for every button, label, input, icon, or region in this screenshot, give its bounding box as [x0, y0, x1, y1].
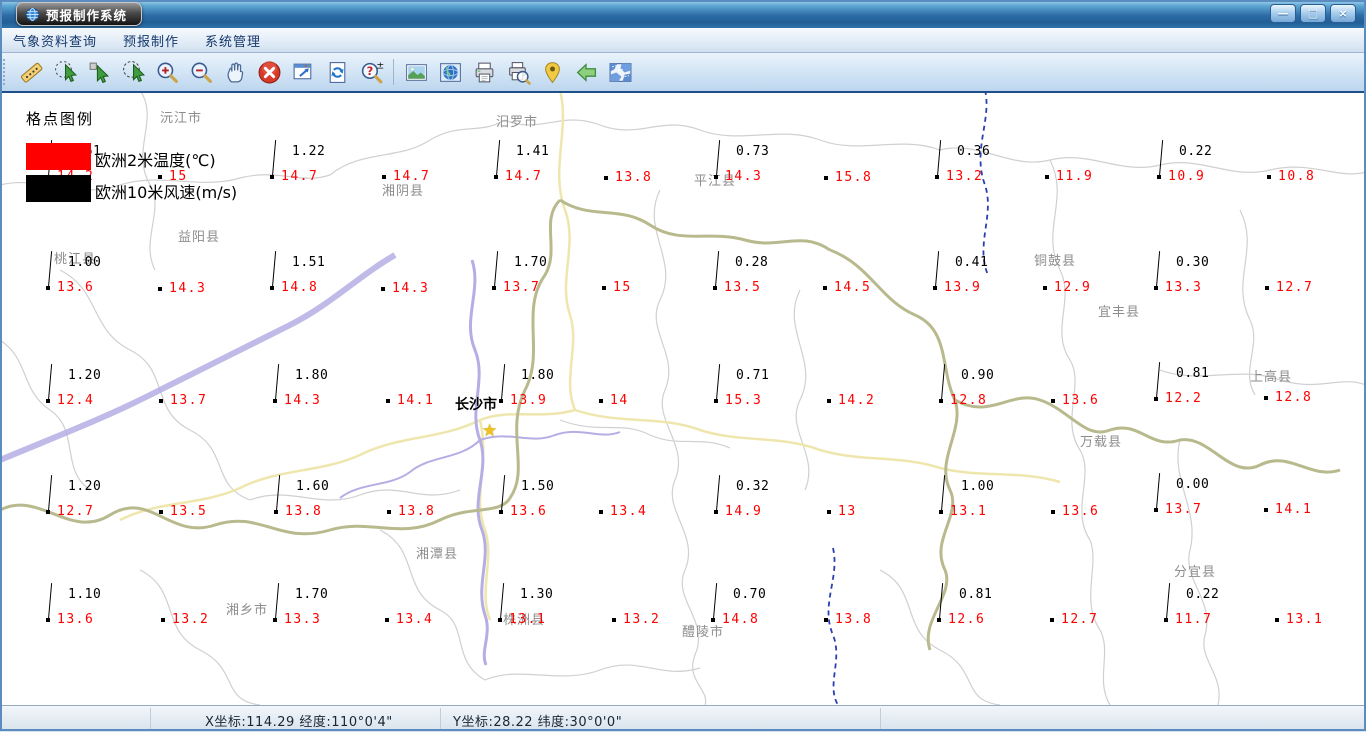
zoom-in-icon[interactable] — [151, 56, 183, 88]
toolbar-separator — [393, 59, 394, 85]
legend-title: 格点图例 — [26, 110, 95, 128]
print-icon[interactable] — [468, 56, 500, 88]
identify-icon[interactable]: ? ± — [355, 56, 387, 88]
status-separator — [150, 708, 151, 730]
legend-wind-label: 欧洲10米风速(m/s) — [95, 183, 238, 202]
legend-temp-label: 欧洲2米温度(℃) — [95, 151, 216, 170]
restore-button[interactable]: □ — [1300, 4, 1326, 23]
app-title-tab[interactable]: 预报制作系统 — [16, 2, 143, 26]
ruler-icon[interactable] — [15, 56, 47, 88]
legend-temp-swatch — [26, 143, 91, 170]
select-arrow-icon[interactable] — [83, 56, 115, 88]
select-lasso-icon[interactable] — [117, 56, 149, 88]
status-bar: X坐标:114.29 经度:110°0'4" Y坐标:28.22 纬度:30°0… — [0, 705, 1366, 732]
map-canvas[interactable]: 沅江市 汨罗市 湘阴县 平江县 益阳县 桃江县 铜鼓县 宜丰县 上高县 万载县 长沙市 湘潭县 湘乡市株… — [0, 90, 1366, 705]
status-separator — [880, 708, 881, 730]
minimize-button[interactable]: — — [1270, 4, 1296, 23]
window-controls: — □ × — [1270, 4, 1356, 23]
legend-wind-swatch — [26, 175, 91, 202]
menu-system-management[interactable]: 系统管理 — [192, 31, 274, 50]
select-features-icon[interactable] — [49, 56, 81, 88]
stop-icon[interactable] — [253, 56, 285, 88]
svg-text:±: ± — [376, 60, 384, 71]
refresh-icon[interactable] — [321, 56, 353, 88]
back-icon[interactable] — [570, 56, 602, 88]
globe-logo-icon — [25, 7, 40, 21]
menu-bar: 气象资料查询 预报制作 系统管理 — [0, 28, 1366, 53]
image-export-icon[interactable] — [400, 56, 432, 88]
svg-text:?: ? — [366, 64, 373, 78]
map-grid-icon[interactable] — [604, 56, 636, 88]
status-x-coordinate: X坐标:114.29 经度:110°0'4" — [205, 715, 393, 730]
menu-weather-data-query[interactable]: 气象资料查询 — [0, 31, 110, 50]
title-bar: 预报制作系统 — □ × — [0, 0, 1366, 29]
full-extent-icon[interactable] — [287, 56, 319, 88]
grid-legend: 格点图例 欧洲2米温度(℃) 欧洲10米风速(m/s) — [18, 104, 288, 214]
zoom-out-icon[interactable] — [185, 56, 217, 88]
pan-icon[interactable] — [219, 56, 251, 88]
status-y-coordinate: Y坐标:28.22 纬度:30°0'0" — [453, 715, 623, 730]
toolbar-grip[interactable] — [3, 59, 10, 85]
app-title: 预报制作系统 — [46, 7, 128, 23]
city-star-icon: ★ — [482, 421, 498, 441]
print-preview-icon[interactable] — [502, 56, 534, 88]
status-separator — [440, 708, 441, 730]
toolbar: ? ± — [0, 52, 1366, 93]
placemark-icon[interactable] — [536, 56, 568, 88]
menu-forecast-production[interactable]: 预报制作 — [110, 31, 192, 50]
globe-icon[interactable] — [434, 56, 466, 88]
close-button[interactable]: × — [1330, 4, 1356, 23]
